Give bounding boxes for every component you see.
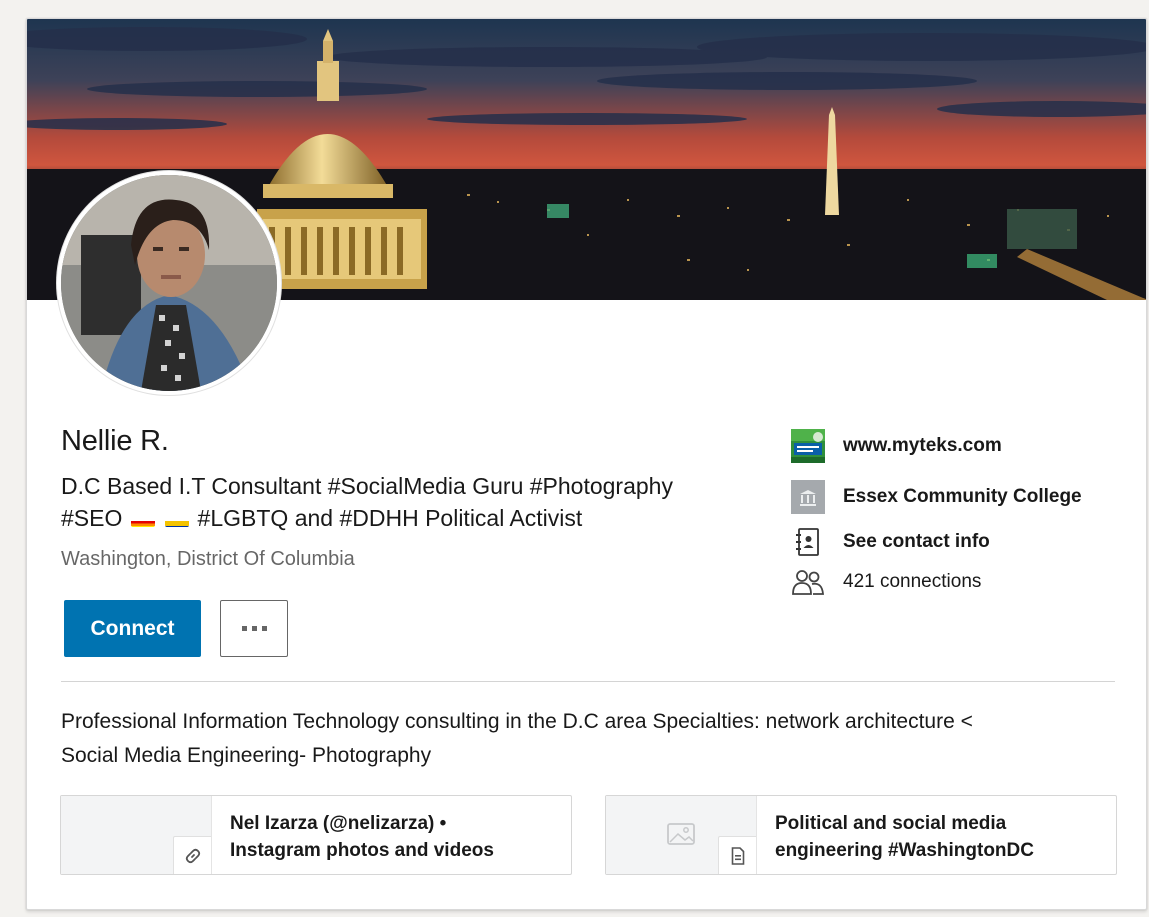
school-icon [791,480,825,514]
media-thumbnail [606,796,757,874]
media-title[interactable]: Political and social media engineering #… [757,796,1052,874]
document-icon [718,836,756,874]
profile-headline: D.C Based I.T Consultant #SocialMedia Gu… [61,470,761,534]
contact-card-icon [791,525,825,559]
connections-count[interactable]: 421 connections [843,571,981,593]
more-dot-icon [251,626,257,631]
see-contact-info-link[interactable]: See contact info [843,531,990,553]
more-dot-icon [241,626,247,631]
media-title-line-1: Political and social media [775,813,1007,834]
more-actions-button[interactable] [220,600,288,657]
headline-line-1: D.C Based I.T Consultant #SocialMedia Gu… [61,473,673,499]
venezuela-flag-emoji [165,512,190,527]
media-title-line-2: engineering #WashingtonDC [775,840,1034,861]
profile-photo[interactable] [57,171,281,395]
headline-seo-tag: #SEO [61,505,123,531]
school-name[interactable]: Essex Community College [843,486,1082,508]
profile-summary: Professional Information Technology cons… [61,705,1111,773]
media-title-line-2: Instagram photos and videos [230,840,494,861]
profile-card: Nellie R. D.C Based I.T Consultant #Soci… [26,18,1147,910]
summary-line-2: Social Media Engineering- Photography [61,744,432,767]
myteks-logo-icon [791,429,825,463]
link-icon [173,836,211,874]
headline-tags: #LGBTQ and #DDHH Political Activist [197,505,583,531]
rainbow-flag-emoji [130,512,155,527]
headline-line-2: #SEO #LGBTQ and #DDHH Political Activist [61,502,761,534]
connections-icon [791,565,825,599]
section-divider [61,681,1115,682]
profile-name: Nellie R. [61,425,169,457]
profile-location: Washington, District Of Columbia [61,548,355,570]
connect-button[interactable]: Connect [64,600,201,657]
more-dot-icon [261,626,267,631]
website-link[interactable]: www.myteks.com [843,435,1002,457]
media-title[interactable]: Nel Izarza (@nelizarza) • Instagram phot… [212,796,512,874]
website-row[interactable]: www.myteks.com [791,429,1002,463]
media-thumbnail [61,796,212,874]
summary-line-1: Professional Information Technology cons… [61,710,973,733]
media-card-document[interactable]: Political and social media engineering #… [605,795,1117,875]
media-title-line-1: Nel Izarza (@nelizarza) • [230,813,447,834]
media-card-instagram[interactable]: Nel Izarza (@nelizarza) • Instagram phot… [60,795,572,875]
contact-info-row[interactable]: See contact info [791,525,990,559]
image-placeholder-icon [667,823,695,850]
education-row[interactable]: Essex Community College [791,480,1082,514]
connections-row[interactable]: 421 connections [791,565,981,599]
